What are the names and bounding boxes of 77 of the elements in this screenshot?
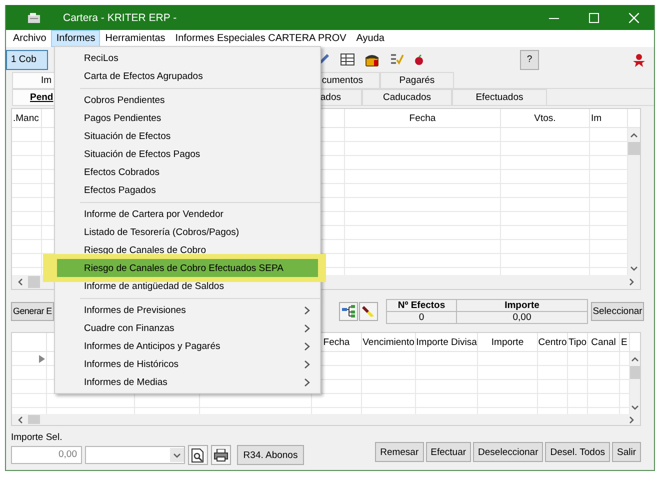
tree-button[interactable] [339,302,358,320]
print-button[interactable] [211,445,231,465]
menu-item[interactable]: Cobros Pendientes [57,91,318,109]
menu-item[interactable]: Situación de Efectos [57,127,318,145]
amount-field[interactable]: 0,00 [11,446,82,464]
select-button[interactable]: Seleccionar [591,302,644,320]
menu-item[interactable]: Situación de Efectos Pagos [57,145,318,163]
menu-bar-item[interactable]: Informes [51,30,100,47]
column-header: .Manc [12,109,42,127]
vertical-scrollbar[interactable] [628,128,640,275]
menu-item[interactable]: Informes de Históricos [57,355,318,373]
action-button[interactable]: Salir [612,442,641,462]
column-header: Importe Divisa [416,333,478,351]
action-button[interactable]: Deseleccionar [473,442,544,462]
menu-item[interactable]: Pagos Pendientes [57,109,318,127]
action-button[interactable]: Desel. Todos [545,442,610,462]
menu-item[interactable]: Informe de antigüedad de Saldos [57,277,318,295]
menu-item[interactable]: Informes de Medias [57,373,318,391]
menu-item[interactable]: Riesgo de Canales de Cobro Efectuados SEPA [57,259,318,277]
column-header: Vencimiento [362,333,416,351]
menu-item[interactable]: Listado de Tesorería (Cobros/Pagos) [57,223,318,241]
window-title: Cartera - KRITER ERP - [63,12,177,24]
menu-bar-item[interactable]: Archivo [8,30,52,47]
menu-bar-item[interactable]: Herramientas [100,30,170,47]
action-button[interactable]: Efectuar [426,442,472,462]
count-label: Nº Efectos [387,300,457,312]
help-button[interactable]: ? [520,50,539,70]
printer-icon [214,448,228,462]
report-button[interactable]: R34. Abonos [237,445,304,465]
column-header: Canal [588,333,620,351]
maximize-icon[interactable] [589,12,599,22]
column-header: Fecha [345,109,501,127]
toolbar-button[interactable]: 1 Cob [6,50,48,70]
horizontal-scrollbar[interactable] [12,414,640,425]
close-icon[interactable] [629,12,639,22]
vertical-scrollbar[interactable] [630,352,640,414]
menu-item[interactable]: Informe de Cartera por Vendedor [57,205,318,223]
menu-item[interactable]: Riesgo de Canales de Cobro [57,241,318,259]
tab[interactable]: Caducados [362,89,452,105]
person-icon[interactable] [632,52,646,66]
scroll-thumb[interactable] [28,276,40,288]
highlighter-button[interactable] [359,302,378,320]
row-pointer-icon [39,355,45,363]
dropdown-field[interactable] [85,446,185,464]
dropdown-icon [170,448,184,462]
menu-item[interactable]: Carta de Efectos Agrupados [57,67,318,85]
scroll-thumb[interactable] [28,415,40,424]
column-header: Vtos. [501,109,590,127]
tree-icon [342,304,355,318]
menu-item[interactable]: ReciLos [57,49,318,67]
tab[interactable]: Efectuados [452,89,547,105]
column-header: Centro [538,333,568,351]
menu-bar-item[interactable]: Informes Especiales CARTERA PROV [170,30,352,47]
count-value: 0 [387,312,457,322]
column-header: Im [590,109,628,127]
scroll-thumb[interactable] [630,366,640,379]
app-icon [27,12,41,24]
column-header: E [620,333,630,351]
preview-button[interactable] [188,445,208,465]
menu-bar-item[interactable]: Ayuda [351,30,390,47]
table-icon[interactable] [340,52,355,67]
apple-icon[interactable] [413,54,425,66]
action-button[interactable]: Remesar [375,442,424,462]
column-header: Tipo [568,333,588,351]
highlighter-icon [362,304,375,318]
column-header: Importe [478,333,538,351]
menu-item[interactable]: Efectos Pagados [57,181,318,199]
checklist-icon[interactable] [389,52,404,67]
field-label: Importe Sel. [11,432,64,444]
tab[interactable]: Pagarés [380,72,454,88]
scroll-thumb[interactable] [628,142,640,155]
preview-icon [191,448,205,462]
amount-label: Importe [457,300,587,312]
amount-value: 0,00 [512,312,532,322]
generate-button[interactable]: Generar E [11,302,54,320]
menu-item[interactable]: Informes de Previsiones [57,301,318,319]
menu-item[interactable]: Efectos Cobrados [57,163,318,181]
